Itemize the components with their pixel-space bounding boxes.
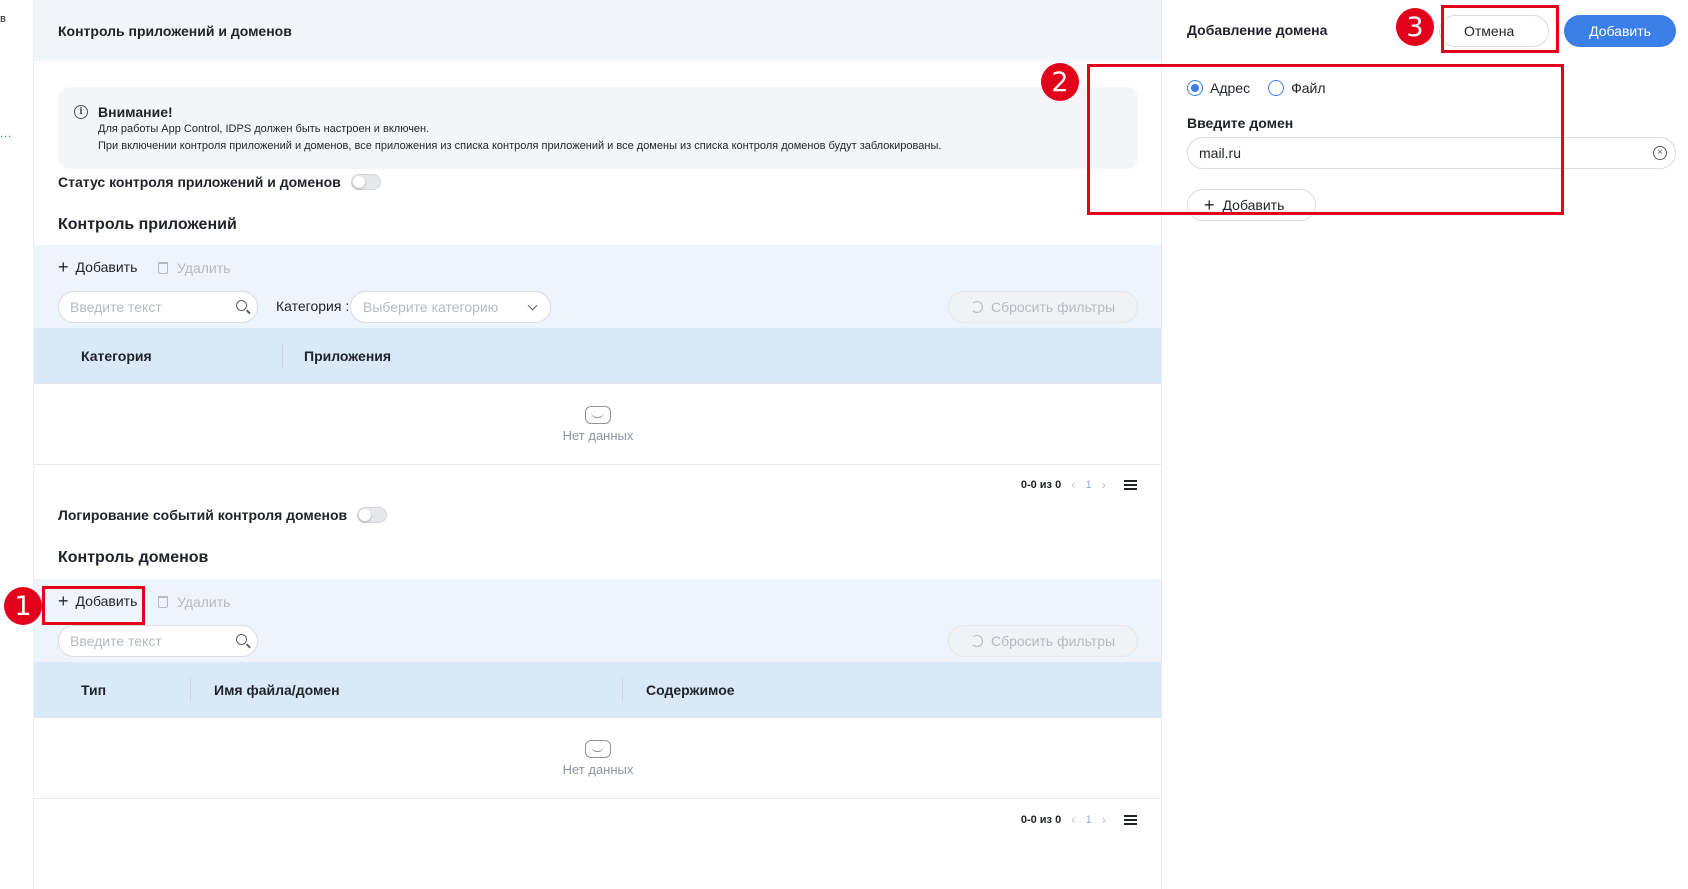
alert-title: Внимание! <box>98 104 173 120</box>
domains-pagination: 0-0 из 0 ‹ 1 › <box>1021 812 1137 827</box>
apps-delete-button[interactable]: Удалить <box>158 260 230 276</box>
column-divider <box>190 678 191 702</box>
inbox-icon <box>585 740 611 758</box>
logging-toggle-row: Логирование событий контроля доменов <box>58 507 388 523</box>
column-header[interactable]: Приложения <box>304 328 391 384</box>
column-divider <box>622 678 623 702</box>
status-toggle[interactable] <box>350 174 381 190</box>
search-icon <box>236 634 247 645</box>
chevron-left-icon[interactable]: ‹ <box>1071 477 1075 492</box>
domains-reset-label: Сбросить фильтры <box>990 633 1116 649</box>
submit-label: Добавить <box>1589 23 1651 39</box>
apps-reset-filters-button[interactable]: Сбросить фильтры <box>948 291 1138 323</box>
alert-line: Для работы App Control, IDPS должен быть… <box>98 123 430 135</box>
column-header[interactable]: Тип <box>81 662 106 718</box>
domains-empty-state: Нет данных <box>34 719 1162 799</box>
apps-add-label: Добавить <box>75 259 138 275</box>
left-edge: в ... <box>0 0 30 889</box>
inbox-icon <box>585 406 611 424</box>
chevron-down-icon <box>527 300 538 311</box>
page-header: Контроль приложений и доменов <box>34 0 1161 61</box>
domains-search-input[interactable]: Введите текст <box>58 625 258 657</box>
empty-text: Нет данных <box>562 428 634 443</box>
apps-reset-label: Сбросить фильтры <box>990 299 1116 315</box>
panel-title: Добавление домена <box>1187 22 1328 38</box>
clear-icon[interactable]: × <box>1653 146 1667 160</box>
search-icon <box>236 300 247 311</box>
chevron-left-icon[interactable]: ‹ <box>1071 812 1075 827</box>
logging-toggle-label: Логирование событий контроля доменов <box>58 507 348 523</box>
reset-icon <box>970 635 983 647</box>
domains-reset-filters-button[interactable]: Сбросить фильтры <box>948 625 1138 657</box>
apps-section-title: Контроль приложений <box>58 216 237 233</box>
warning-alert: i Внимание! Для работы App Control, IDPS… <box>58 87 1138 169</box>
status-toggle-row: Статус контроля приложений и доменов <box>58 174 381 190</box>
apps-search-placeholder: Введите текст <box>70 299 162 315</box>
apps-delete-label: Удалить <box>177 260 231 276</box>
category-placeholder: Выберите категорию <box>363 299 499 315</box>
column-header[interactable]: Содержимое <box>646 662 735 718</box>
domains-section-title: Контроль доменов <box>58 549 209 566</box>
highlight-box <box>42 586 145 625</box>
edge-char: в <box>0 13 6 25</box>
domains-search-placeholder: Введите текст <box>70 633 162 649</box>
step-badge: 3 <box>1396 8 1434 46</box>
edge-ellipsis[interactable]: ... <box>0 128 12 140</box>
domains-toolbar: + Добавить Удалить Введите текст Сбросит… <box>34 579 1162 662</box>
logging-toggle[interactable] <box>357 507 388 523</box>
trash-icon <box>158 596 168 608</box>
page-title: Контроль приложений и доменов <box>58 22 292 39</box>
step-badge: 1 <box>4 587 42 625</box>
column-divider <box>282 344 283 368</box>
domains-table-header: Тип Имя файла/домен Содержимое <box>34 662 1162 718</box>
column-header[interactable]: Имя файла/домен <box>214 662 340 718</box>
reset-icon <box>970 301 983 313</box>
highlight-box <box>1087 64 1564 215</box>
chevron-right-icon[interactable]: › <box>1102 812 1106 827</box>
highlight-box <box>1441 5 1559 53</box>
apps-toolbar: + Добавить Удалить Введите текст Категор… <box>34 245 1162 328</box>
category-label: Категория : <box>276 298 350 314</box>
chevron-right-icon[interactable]: › <box>1102 477 1106 492</box>
settings-sliders-icon[interactable] <box>1124 479 1137 490</box>
alert-line: При включении контроля приложений и доме… <box>98 140 942 152</box>
trash-icon <box>158 262 168 274</box>
status-toggle-label: Статус контроля приложений и доменов <box>58 174 341 190</box>
apps-table-header: Категория Приложения <box>34 328 1162 384</box>
step-badge: 2 <box>1041 63 1079 101</box>
info-icon: i <box>74 105 88 119</box>
category-select[interactable]: Выберите категорию <box>350 291 551 323</box>
submit-add-button[interactable]: Добавить <box>1564 15 1676 47</box>
page-number[interactable]: 1 <box>1086 479 1092 491</box>
plus-icon: + <box>58 257 69 277</box>
page-number[interactable]: 1 <box>1086 814 1092 826</box>
empty-text: Нет данных <box>562 762 634 777</box>
main-content: Контроль приложений и доменов i Внимание… <box>33 0 1162 889</box>
apps-pagination: 0-0 из 0 ‹ 1 › <box>1021 477 1137 492</box>
domains-delete-button[interactable]: Удалить <box>158 594 230 610</box>
domains-delete-label: Удалить <box>177 594 231 610</box>
pagination-range: 0-0 из 0 <box>1020 478 1062 491</box>
apps-search-input[interactable]: Введите текст <box>58 291 258 323</box>
apps-empty-state: Нет данных <box>34 385 1162 465</box>
apps-add-button[interactable]: + Добавить <box>58 257 138 277</box>
pagination-range: 0-0 из 0 <box>1020 813 1062 826</box>
column-header[interactable]: Категория <box>81 328 152 384</box>
settings-sliders-icon[interactable] <box>1124 814 1137 825</box>
